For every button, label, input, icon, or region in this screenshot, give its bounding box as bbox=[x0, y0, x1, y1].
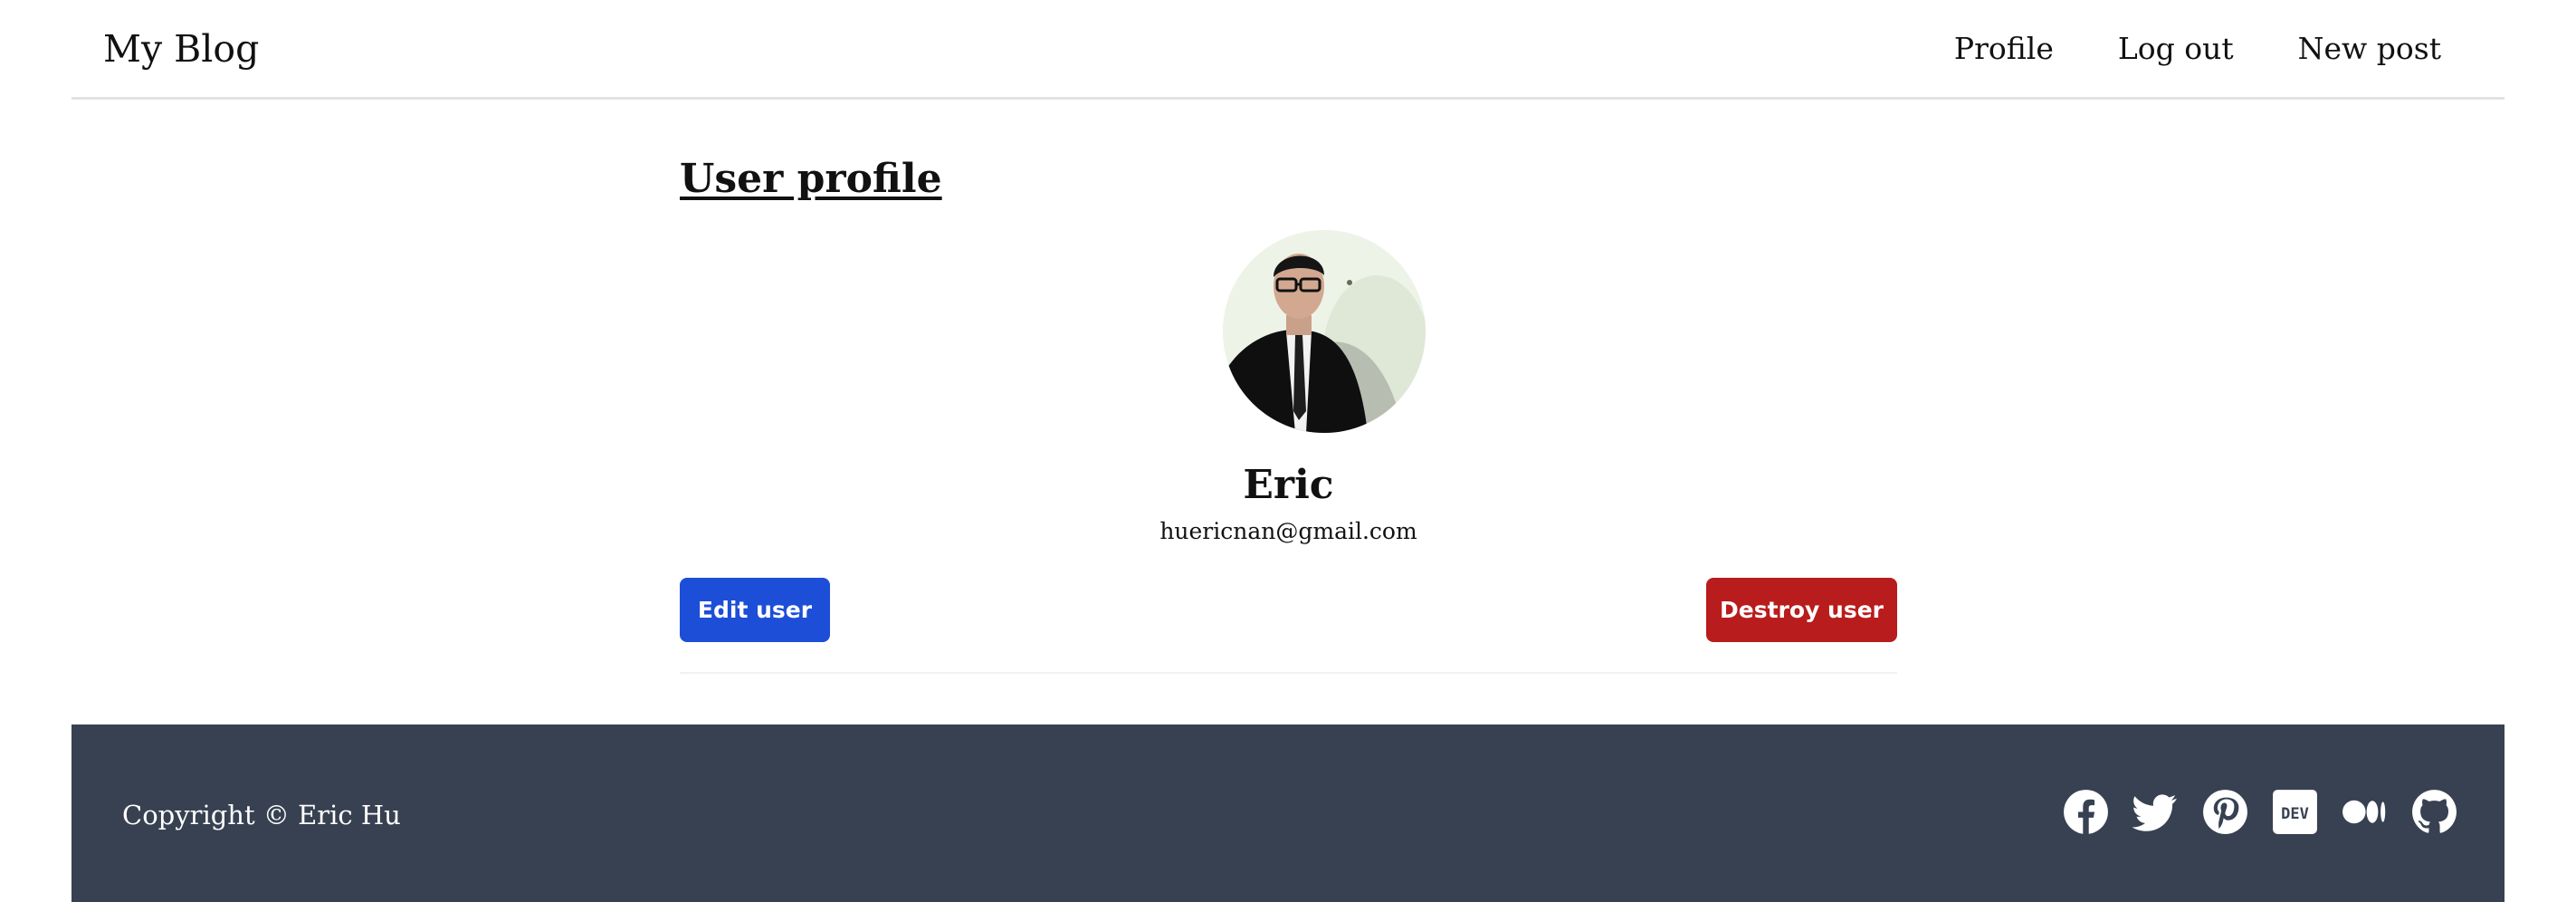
page: My Blog Profile Log out New post User pr… bbox=[72, 0, 2504, 902]
navbar: My Blog Profile Log out New post bbox=[72, 0, 2504, 100]
divider bbox=[680, 672, 1897, 674]
nav-logout-link[interactable]: Log out bbox=[2118, 29, 2234, 69]
nav-new-post-link[interactable]: New post bbox=[2298, 29, 2441, 69]
pinterest-icon[interactable] bbox=[2202, 789, 2248, 835]
profile-section: User profile Eric huericnan@gmail.com Ed… bbox=[680, 100, 1897, 724]
avatar bbox=[1223, 230, 1426, 433]
github-icon[interactable] bbox=[2411, 789, 2457, 835]
user-name: Eric bbox=[1243, 462, 1334, 508]
social-links: DEV bbox=[2063, 789, 2457, 835]
edit-user-button[interactable]: Edit user bbox=[680, 578, 830, 642]
facebook-icon[interactable] bbox=[2063, 789, 2109, 835]
brand-link[interactable]: My Blog bbox=[103, 25, 259, 72]
nav-profile-link[interactable]: Profile bbox=[1954, 29, 2054, 69]
copyright-text: Copyright © Eric Hu bbox=[122, 800, 401, 830]
footer: Copyright © Eric Hu DEV bbox=[72, 724, 2504, 902]
medium-icon[interactable] bbox=[2342, 789, 2388, 835]
destroy-user-button[interactable]: Destroy user bbox=[1706, 578, 1897, 642]
svg-text:DEV: DEV bbox=[2281, 805, 2309, 823]
page-title: User profile bbox=[680, 156, 942, 202]
nav-links: Profile Log out New post bbox=[1954, 29, 2441, 69]
dev-icon[interactable]: DEV bbox=[2272, 789, 2318, 835]
twitter-icon[interactable] bbox=[2132, 789, 2179, 835]
user-email: huericnan@gmail.com bbox=[1159, 518, 1417, 544]
